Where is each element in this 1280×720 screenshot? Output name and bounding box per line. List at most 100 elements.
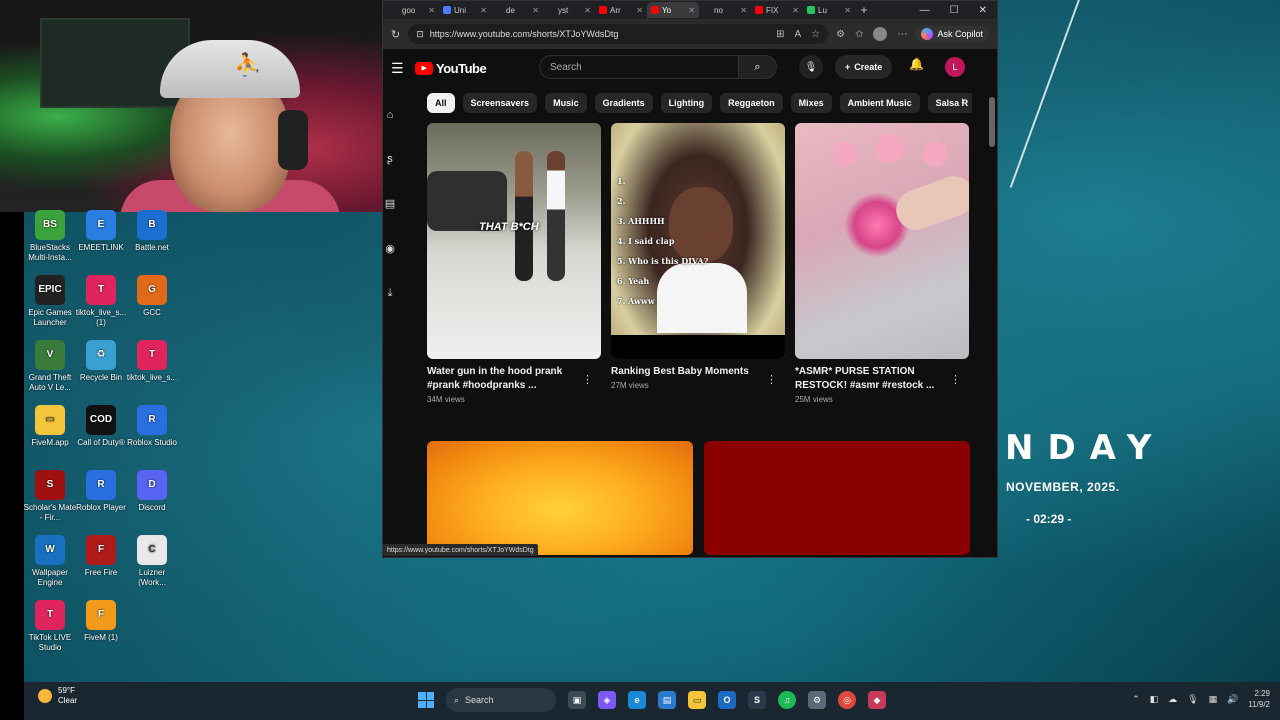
- browser-tab[interactable]: Lu ✕: [803, 2, 855, 18]
- site-info-icon[interactable]: ⊡: [416, 29, 424, 40]
- notifications-bell-icon[interactable]: 🔔: [909, 57, 924, 71]
- desktop-shortcut[interactable]: S Scholar's Mate - Fir...: [22, 470, 78, 523]
- microphone-icon[interactable]: 🎙: [1187, 694, 1198, 705]
- filter-chip[interactable]: Mixes: [790, 93, 832, 113]
- desktop-shortcut[interactable]: BS BlueStacks Multi-Insta...: [22, 210, 78, 263]
- start-windows-icon[interactable]: [418, 692, 434, 708]
- desktop-shortcut[interactable]: Ttiktok_live_s... (1): [73, 275, 129, 328]
- short-thumbnail[interactable]: THAT B*CH: [427, 123, 601, 359]
- store-icon[interactable]: ▤: [658, 691, 676, 709]
- tab-close-icon[interactable]: ✕: [844, 6, 851, 15]
- browser-tab[interactable]: Uni ✕: [439, 2, 491, 18]
- tab-close-icon[interactable]: ✕: [740, 6, 747, 15]
- steam-icon[interactable]: S: [748, 691, 766, 709]
- tab-close-icon[interactable]: ✕: [688, 6, 695, 15]
- chevron-up-icon[interactable]: ⌃: [1132, 694, 1140, 705]
- subscriptions-icon[interactable]: ▤: [383, 197, 397, 210]
- filter-chip[interactable]: Screensavers: [462, 93, 538, 113]
- more-options-icon[interactable]: ⋮: [582, 373, 593, 386]
- settings-icon[interactable]: ⚙: [808, 691, 826, 709]
- app-install-icon[interactable]: ⊞: [776, 29, 784, 40]
- chrome-icon[interactable]: ◎: [838, 691, 856, 709]
- menu-icon[interactable]: ☰: [391, 60, 413, 77]
- more-options-icon[interactable]: ⋮: [766, 373, 777, 386]
- short-card[interactable]: *ASMR* PURSE STATION RESTOCK! #asmr #res…: [795, 123, 969, 404]
- tab-close-icon[interactable]: ✕: [792, 6, 799, 15]
- reload-icon[interactable]: ↻: [391, 28, 400, 41]
- file-explorer-icon[interactable]: ▭: [688, 691, 706, 709]
- weather-widget[interactable]: 59°F Clear: [38, 686, 77, 706]
- filter-chip[interactable]: All: [427, 93, 455, 113]
- desktop-shortcut[interactable]: E EMEETLINK: [73, 210, 129, 253]
- youtube-logo[interactable]: ▶ YouTube: [415, 61, 487, 76]
- downloads-icon[interactable]: ⤓: [383, 287, 397, 300]
- voice-search-button[interactable]: 🎙: [799, 55, 823, 79]
- desktop-shortcut[interactable]: F Free Fire: [73, 535, 129, 578]
- browser-tab[interactable]: de ✕: [491, 2, 543, 18]
- short-title[interactable]: Ranking Best Baby Moments: [611, 365, 761, 379]
- desktop-shortcut[interactable]: ▭ FiveM.app: [22, 405, 78, 448]
- network-icon[interactable]: ▦: [1209, 694, 1218, 705]
- profile-icon[interactable]: [873, 27, 888, 41]
- tray-app-icon[interactable]: ◧: [1150, 694, 1159, 705]
- copilot-app-icon[interactable]: ◈: [598, 691, 616, 709]
- desktop-shortcut[interactable]: C Luizner (Work...: [124, 535, 180, 588]
- short-card[interactable]: THAT B*CH Water gun in the hood prank #p…: [427, 123, 601, 404]
- browser-tab[interactable]: goo ✕: [387, 2, 439, 18]
- filter-chip[interactable]: Ambient Music: [839, 93, 920, 113]
- desktop-shortcut[interactable]: Ttiktok_live_s...: [124, 340, 180, 383]
- desktop-shortcut[interactable]: R Roblox Player: [73, 470, 129, 513]
- spotify-icon[interactable]: ♫: [778, 691, 796, 709]
- short-title[interactable]: Water gun in the hood prank #prank #hood…: [427, 365, 577, 393]
- scrollbar-thumb[interactable]: [989, 97, 995, 147]
- game-app-icon[interactable]: ◆: [868, 691, 886, 709]
- desktop-shortcut[interactable]: ♻ Recycle Bin: [73, 340, 129, 383]
- desktop-shortcut[interactable]: T TikTok LIVE Studio: [22, 600, 78, 653]
- favorite-star-icon[interactable]: ☆: [811, 29, 820, 40]
- desktop-shortcut[interactable]: COD Call of Duty®: [73, 405, 129, 448]
- desktop-shortcut[interactable]: F FiveM (1): [73, 600, 129, 643]
- ask-copilot-button[interactable]: Ask Copilot: [915, 26, 989, 42]
- tab-close-icon[interactable]: ✕: [428, 6, 435, 15]
- tab-close-icon[interactable]: ✕: [636, 6, 643, 15]
- browser-tab[interactable]: FIX ✕: [751, 2, 803, 18]
- desktop-shortcut[interactable]: V Grand Theft Auto V Le...: [22, 340, 78, 393]
- filter-chip[interactable]: Gradients: [594, 93, 653, 113]
- taskbar-search[interactable]: ⌕ Search: [446, 688, 556, 712]
- close-icon[interactable]: ✕: [979, 5, 987, 16]
- short-thumbnail[interactable]: [795, 123, 969, 359]
- minimize-icon[interactable]: —: [920, 5, 930, 16]
- volume-icon[interactable]: 🔊: [1227, 694, 1238, 705]
- new-tab-button[interactable]: +: [855, 3, 873, 17]
- filter-chip[interactable]: Salsa R: [927, 93, 972, 113]
- browser-tab[interactable]: yst ✕: [543, 2, 595, 18]
- tab-close-icon[interactable]: ✕: [480, 6, 487, 15]
- video-thumbnail[interactable]: [704, 441, 970, 555]
- chevron-right-icon[interactable]: ›: [961, 95, 965, 107]
- desktop-shortcut[interactable]: EPIC Epic Games Launcher: [22, 275, 78, 328]
- page-scrollbar[interactable]: [989, 97, 995, 557]
- short-card[interactable]: 1. 2. 3. AHHHH 4. I said clap 5. Who is this…: [611, 123, 785, 390]
- filter-chip[interactable]: Music: [545, 93, 587, 113]
- desktop-shortcut[interactable]: W Wallpaper Engine: [22, 535, 78, 588]
- outlook-icon[interactable]: O: [718, 691, 736, 709]
- shorts-icon[interactable]: ʂ: [383, 153, 397, 165]
- more-options-icon[interactable]: ⋮: [950, 373, 961, 386]
- cloud-icon[interactable]: ☁: [1168, 694, 1177, 705]
- search-input[interactable]: Search: [539, 55, 739, 79]
- create-button[interactable]: + Create: [835, 55, 893, 79]
- search-button[interactable]: ⌕: [739, 55, 777, 79]
- desktop-shortcut[interactable]: B Battle.net: [124, 210, 180, 253]
- more-menu-icon[interactable]: ⋯: [897, 29, 907, 40]
- short-thumbnail[interactable]: 1. 2. 3. AHHHH 4. I said clap 5. Who is this…: [611, 123, 785, 359]
- taskbar-clock[interactable]: 2:29 11/9/2: [1248, 688, 1270, 710]
- edge-icon[interactable]: e: [628, 691, 646, 709]
- desktop-shortcut[interactable]: G GCC: [124, 275, 180, 318]
- browser-tab[interactable]: no ✕: [699, 2, 751, 18]
- you-icon[interactable]: ◉: [383, 242, 397, 255]
- task-view-icon[interactable]: ▣: [568, 691, 586, 709]
- filter-chip[interactable]: Reggaeton: [720, 93, 783, 113]
- favorites-icon[interactable]: ✩: [855, 29, 863, 40]
- browser-tab[interactable]: Yo ✕: [647, 2, 699, 18]
- desktop-shortcut[interactable]: R Roblox Studio: [124, 405, 180, 448]
